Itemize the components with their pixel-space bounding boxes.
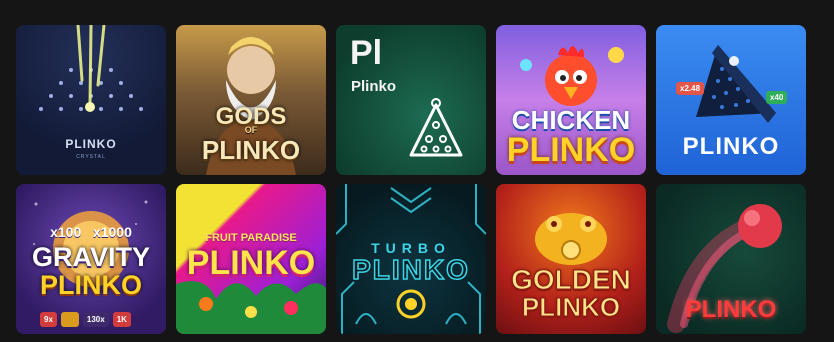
chip-130x: 130x bbox=[82, 312, 109, 327]
chip-9x: 9x bbox=[40, 312, 57, 327]
game-title-line1: FRUIT PARADISE bbox=[205, 232, 297, 244]
multiplier-x100: x100 bbox=[50, 224, 82, 240]
game-tile-chicken-plinko[interactable]: CHICKEN PLINKO bbox=[496, 25, 646, 175]
game-tile-turbo-plinko[interactable]: TURBO PLINKO bbox=[336, 184, 486, 334]
game-title-line1: GRAVITY bbox=[31, 242, 150, 272]
plinko-pegs-art bbox=[39, 25, 143, 112]
game-title: PLINKO bbox=[685, 296, 777, 323]
game-tile-plinko-crystal[interactable]: PLINKO CRYSTAL bbox=[16, 25, 166, 175]
game-title-line2: PLINKO bbox=[186, 244, 316, 282]
game-title-line2: PLINKO bbox=[351, 253, 470, 286]
multiplier-badge-left: x2.48 bbox=[676, 82, 705, 95]
game-title-line2: OF bbox=[244, 125, 258, 135]
game-tile-plinko-red[interactable]: PLINKO bbox=[656, 184, 806, 334]
game-title: PLINKO bbox=[682, 133, 780, 160]
game-tile-fruit-paradise-plinko[interactable]: FRUIT PARADISE PLINKO bbox=[176, 184, 326, 334]
game-tile-gods-of-plinko[interactable]: GODS OF PLINKO bbox=[176, 25, 326, 175]
game-title-line2: PLINKO bbox=[506, 131, 636, 169]
game-title: PLINKO bbox=[65, 137, 117, 151]
multiplier-x1000: x1000 bbox=[92, 224, 132, 240]
chip-coin-icon bbox=[60, 312, 79, 327]
multiplier-chips: 9x 130x 1K bbox=[40, 312, 131, 327]
game-tile-plinko-blue[interactable]: x2.48 x40 PLINKO bbox=[656, 25, 806, 175]
game-title-line2: PLINKO bbox=[39, 270, 142, 300]
triangle-pegs-icon bbox=[409, 98, 463, 157]
game-tile-plinko-pl[interactable]: Pl Plinko bbox=[336, 25, 486, 175]
game-tile-golden-plinko[interactable]: GOLDEN PLINKO bbox=[496, 184, 646, 334]
game-multipliers: x100 x1000 bbox=[16, 224, 166, 240]
game-grid: PLINKO CRYSTAL GODS OF PLINKO Pl Plinko bbox=[16, 25, 806, 334]
multiplier-badge-right: x40 bbox=[766, 91, 788, 104]
game-title-line3: PLINKO bbox=[201, 135, 301, 165]
game-tile-gravity-plinko[interactable]: x100 x1000 GRAVITY PLINKO 9x 130x 1K bbox=[16, 184, 166, 334]
chip-1k: 1K bbox=[112, 312, 131, 327]
game-title-line2: PLINKO bbox=[521, 292, 621, 323]
game-subtitle: CRYSTAL bbox=[76, 154, 106, 160]
